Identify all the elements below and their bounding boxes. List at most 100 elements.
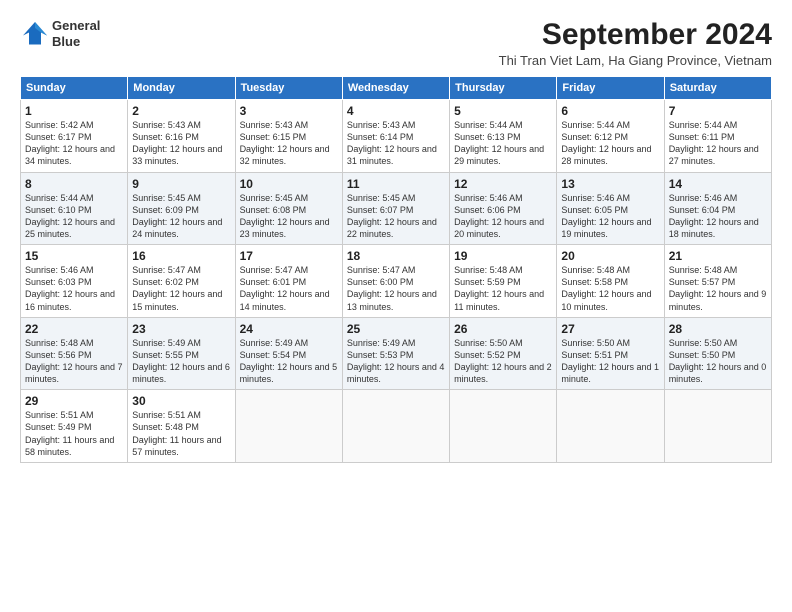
calendar-cell: 5 Sunrise: 5:44 AMSunset: 6:13 PMDayligh… [450, 100, 557, 173]
day-info: Sunrise: 5:46 AMSunset: 6:06 PMDaylight:… [454, 192, 552, 241]
day-number: 13 [561, 177, 659, 191]
day-info: Sunrise: 5:50 AMSunset: 5:51 PMDaylight:… [561, 337, 659, 386]
day-number: 5 [454, 104, 552, 118]
day-number: 4 [347, 104, 445, 118]
calendar-cell: 10 Sunrise: 5:45 AMSunset: 6:08 PMDaylig… [235, 172, 342, 245]
header: General Blue September 2024 Thi Tran Vie… [20, 18, 772, 68]
calendar-cell: 14 Sunrise: 5:46 AMSunset: 6:04 PMDaylig… [664, 172, 771, 245]
day-number: 21 [669, 249, 767, 263]
day-info: Sunrise: 5:46 AMSunset: 6:04 PMDaylight:… [669, 192, 767, 241]
day-info: Sunrise: 5:45 AMSunset: 6:09 PMDaylight:… [132, 192, 230, 241]
day-number: 10 [240, 177, 338, 191]
calendar-week-4: 22 Sunrise: 5:48 AMSunset: 5:56 PMDaylig… [21, 317, 772, 390]
day-number: 18 [347, 249, 445, 263]
day-number: 28 [669, 322, 767, 336]
day-number: 19 [454, 249, 552, 263]
col-header-tuesday: Tuesday [235, 77, 342, 100]
calendar-cell: 23 Sunrise: 5:49 AMSunset: 5:55 PMDaylig… [128, 317, 235, 390]
calendar-week-5: 29 Sunrise: 5:51 AMSunset: 5:49 PMDaylig… [21, 390, 772, 463]
col-header-sunday: Sunday [21, 77, 128, 100]
day-number: 20 [561, 249, 659, 263]
day-info: Sunrise: 5:47 AMSunset: 6:00 PMDaylight:… [347, 264, 445, 313]
day-info: Sunrise: 5:44 AMSunset: 6:11 PMDaylight:… [669, 119, 767, 168]
day-number: 11 [347, 177, 445, 191]
day-number: 14 [669, 177, 767, 191]
calendar-cell: 29 Sunrise: 5:51 AMSunset: 5:49 PMDaylig… [21, 390, 128, 463]
day-info: Sunrise: 5:45 AMSunset: 6:08 PMDaylight:… [240, 192, 338, 241]
day-info: Sunrise: 5:48 AMSunset: 5:59 PMDaylight:… [454, 264, 552, 313]
calendar-cell: 7 Sunrise: 5:44 AMSunset: 6:11 PMDayligh… [664, 100, 771, 173]
calendar-cell: 20 Sunrise: 5:48 AMSunset: 5:58 PMDaylig… [557, 245, 664, 318]
logo-line2: Blue [52, 34, 100, 50]
day-info: Sunrise: 5:44 AMSunset: 6:10 PMDaylight:… [25, 192, 123, 241]
calendar-cell [235, 390, 342, 463]
day-info: Sunrise: 5:49 AMSunset: 5:53 PMDaylight:… [347, 337, 445, 386]
day-info: Sunrise: 5:42 AMSunset: 6:17 PMDaylight:… [25, 119, 123, 168]
calendar-header-row: SundayMondayTuesdayWednesdayThursdayFrid… [21, 77, 772, 100]
day-number: 3 [240, 104, 338, 118]
calendar-cell: 9 Sunrise: 5:45 AMSunset: 6:09 PMDayligh… [128, 172, 235, 245]
calendar-cell: 2 Sunrise: 5:43 AMSunset: 6:16 PMDayligh… [128, 100, 235, 173]
calendar-cell: 12 Sunrise: 5:46 AMSunset: 6:06 PMDaylig… [450, 172, 557, 245]
day-number: 9 [132, 177, 230, 191]
col-header-friday: Friday [557, 77, 664, 100]
calendar-cell: 21 Sunrise: 5:48 AMSunset: 5:57 PMDaylig… [664, 245, 771, 318]
day-info: Sunrise: 5:48 AMSunset: 5:58 PMDaylight:… [561, 264, 659, 313]
calendar-week-1: 1 Sunrise: 5:42 AMSunset: 6:17 PMDayligh… [21, 100, 772, 173]
day-number: 17 [240, 249, 338, 263]
day-number: 12 [454, 177, 552, 191]
day-info: Sunrise: 5:47 AMSunset: 6:02 PMDaylight:… [132, 264, 230, 313]
title-block: September 2024 Thi Tran Viet Lam, Ha Gia… [499, 18, 772, 68]
day-number: 8 [25, 177, 123, 191]
day-info: Sunrise: 5:51 AMSunset: 5:49 PMDaylight:… [25, 409, 123, 458]
calendar-cell: 4 Sunrise: 5:43 AMSunset: 6:14 PMDayligh… [342, 100, 449, 173]
day-number: 1 [25, 104, 123, 118]
day-number: 29 [25, 394, 123, 408]
day-number: 7 [669, 104, 767, 118]
calendar-cell: 1 Sunrise: 5:42 AMSunset: 6:17 PMDayligh… [21, 100, 128, 173]
day-info: Sunrise: 5:48 AMSunset: 5:56 PMDaylight:… [25, 337, 123, 386]
calendar-cell [342, 390, 449, 463]
calendar-cell: 15 Sunrise: 5:46 AMSunset: 6:03 PMDaylig… [21, 245, 128, 318]
calendar-cell: 11 Sunrise: 5:45 AMSunset: 6:07 PMDaylig… [342, 172, 449, 245]
day-number: 26 [454, 322, 552, 336]
col-header-wednesday: Wednesday [342, 77, 449, 100]
calendar-cell: 6 Sunrise: 5:44 AMSunset: 6:12 PMDayligh… [557, 100, 664, 173]
day-info: Sunrise: 5:43 AMSunset: 6:15 PMDaylight:… [240, 119, 338, 168]
day-info: Sunrise: 5:47 AMSunset: 6:01 PMDaylight:… [240, 264, 338, 313]
day-info: Sunrise: 5:44 AMSunset: 6:12 PMDaylight:… [561, 119, 659, 168]
day-info: Sunrise: 5:45 AMSunset: 6:07 PMDaylight:… [347, 192, 445, 241]
day-number: 15 [25, 249, 123, 263]
logo-icon [20, 19, 50, 49]
calendar-week-2: 8 Sunrise: 5:44 AMSunset: 6:10 PMDayligh… [21, 172, 772, 245]
day-info: Sunrise: 5:44 AMSunset: 6:13 PMDaylight:… [454, 119, 552, 168]
calendar-cell: 17 Sunrise: 5:47 AMSunset: 6:01 PMDaylig… [235, 245, 342, 318]
calendar-cell: 3 Sunrise: 5:43 AMSunset: 6:15 PMDayligh… [235, 100, 342, 173]
col-header-saturday: Saturday [664, 77, 771, 100]
logo: General Blue [20, 18, 100, 49]
calendar: SundayMondayTuesdayWednesdayThursdayFrid… [20, 76, 772, 463]
calendar-cell: 13 Sunrise: 5:46 AMSunset: 6:05 PMDaylig… [557, 172, 664, 245]
page: General Blue September 2024 Thi Tran Vie… [0, 0, 792, 612]
day-info: Sunrise: 5:46 AMSunset: 6:05 PMDaylight:… [561, 192, 659, 241]
day-number: 27 [561, 322, 659, 336]
day-number: 22 [25, 322, 123, 336]
day-info: Sunrise: 5:50 AMSunset: 5:50 PMDaylight:… [669, 337, 767, 386]
col-header-thursday: Thursday [450, 77, 557, 100]
calendar-cell [450, 390, 557, 463]
calendar-cell: 25 Sunrise: 5:49 AMSunset: 5:53 PMDaylig… [342, 317, 449, 390]
day-info: Sunrise: 5:51 AMSunset: 5:48 PMDaylight:… [132, 409, 230, 458]
day-info: Sunrise: 5:46 AMSunset: 6:03 PMDaylight:… [25, 264, 123, 313]
calendar-week-3: 15 Sunrise: 5:46 AMSunset: 6:03 PMDaylig… [21, 245, 772, 318]
calendar-cell: 19 Sunrise: 5:48 AMSunset: 5:59 PMDaylig… [450, 245, 557, 318]
calendar-cell [664, 390, 771, 463]
calendar-cell: 16 Sunrise: 5:47 AMSunset: 6:02 PMDaylig… [128, 245, 235, 318]
day-info: Sunrise: 5:49 AMSunset: 5:55 PMDaylight:… [132, 337, 230, 386]
calendar-cell: 30 Sunrise: 5:51 AMSunset: 5:48 PMDaylig… [128, 390, 235, 463]
calendar-cell: 28 Sunrise: 5:50 AMSunset: 5:50 PMDaylig… [664, 317, 771, 390]
day-number: 23 [132, 322, 230, 336]
day-info: Sunrise: 5:50 AMSunset: 5:52 PMDaylight:… [454, 337, 552, 386]
calendar-cell: 22 Sunrise: 5:48 AMSunset: 5:56 PMDaylig… [21, 317, 128, 390]
day-number: 6 [561, 104, 659, 118]
calendar-cell [557, 390, 664, 463]
